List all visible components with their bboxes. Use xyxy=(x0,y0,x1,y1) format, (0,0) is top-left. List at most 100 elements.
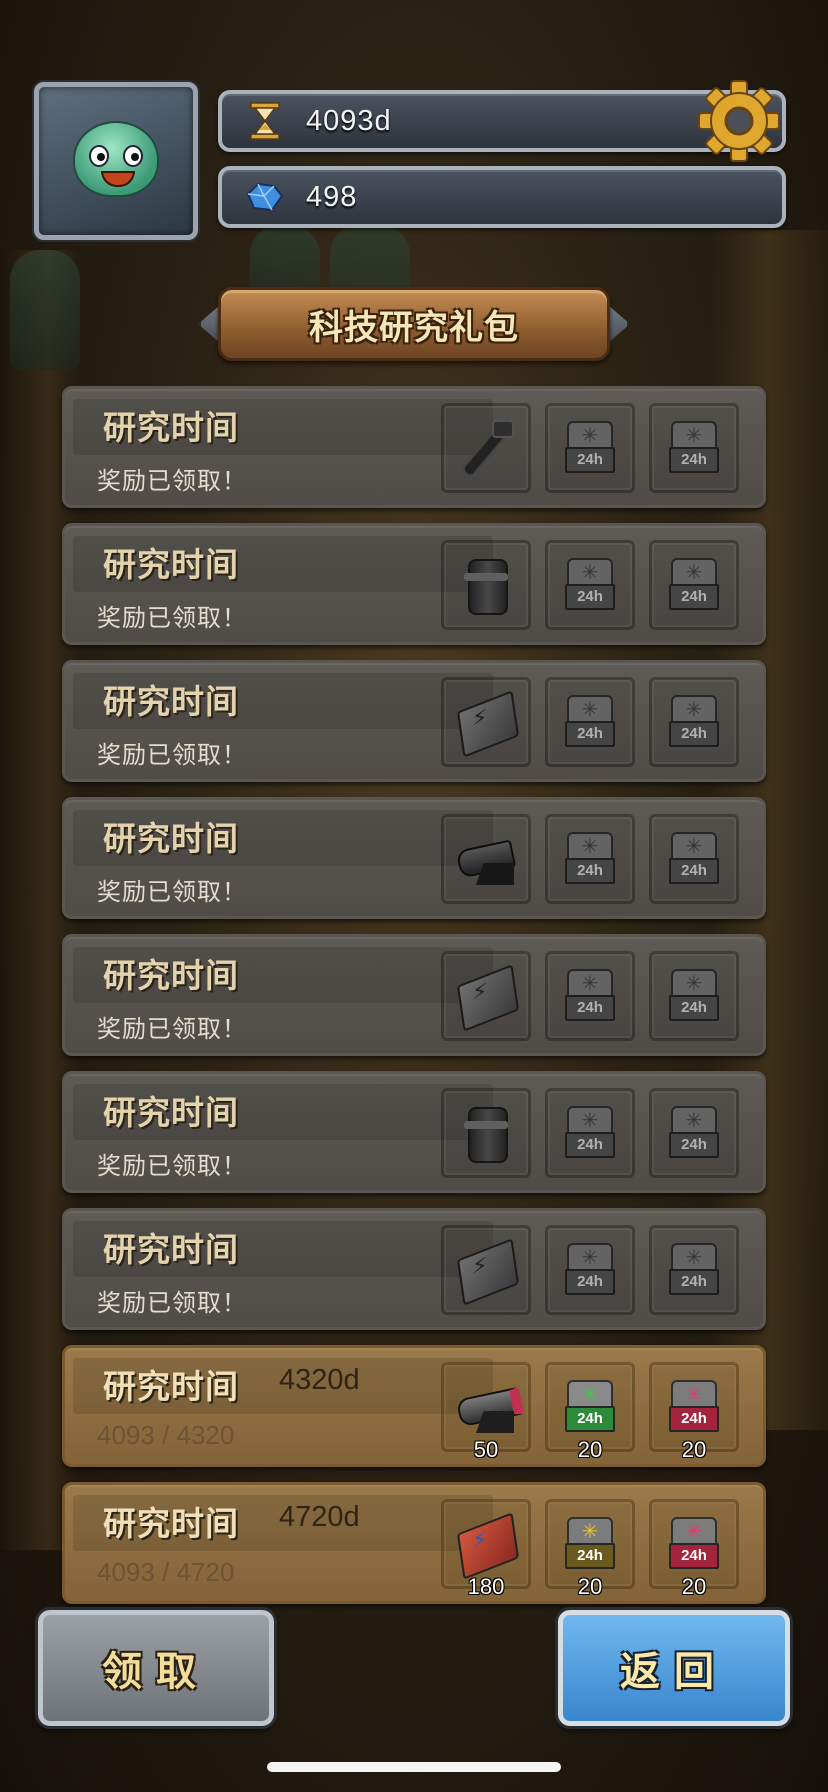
reward-slot[interactable]: 24h xyxy=(545,1225,635,1315)
row-title: 研究时间 xyxy=(103,1367,239,1406)
reward-slot[interactable]: 24h xyxy=(649,814,739,904)
row-status: 奖励已领取！ xyxy=(97,1015,247,1043)
reward-count: 20 xyxy=(577,1437,603,1462)
speedup-box-icon: 24h xyxy=(565,558,615,612)
reward-slot[interactable] xyxy=(441,1225,531,1315)
cannon-icon xyxy=(454,1375,518,1439)
research-row: 研究时间 奖励已领取！ 24h 24h xyxy=(62,386,766,508)
speedup-box-icon: 24h xyxy=(669,969,719,1023)
reward-count: 20 xyxy=(577,1574,603,1599)
title-banner: 科技研究礼包 xyxy=(198,283,630,365)
speedup-box-icon: 24h xyxy=(565,421,615,475)
row-title: 研究时间 xyxy=(103,408,239,447)
avatar-eye xyxy=(123,145,143,167)
reward-slot[interactable]: 24h xyxy=(649,540,739,630)
chip-icon xyxy=(454,690,518,754)
reward-slot[interactable]: 24h xyxy=(545,951,635,1041)
back-button-label: 返回 xyxy=(620,1649,728,1695)
reward-slot[interactable]: 24h xyxy=(545,814,635,904)
row-target-time: 4720d xyxy=(279,1501,360,1533)
home-indicator[interactable] xyxy=(267,1762,561,1772)
reward-slot[interactable]: 24h 20 xyxy=(649,1362,739,1462)
reward-slot[interactable]: 24h xyxy=(649,1088,739,1178)
reward-slot[interactable]: 24h xyxy=(649,1225,739,1315)
reward-slot[interactable]: 24h xyxy=(649,403,739,493)
reward-slot[interactable]: 24h xyxy=(649,677,739,767)
row-title: 研究时间 xyxy=(103,1504,239,1543)
row-progress: 4093 / 4720 xyxy=(97,1557,235,1587)
reward-slot[interactable] xyxy=(441,403,531,493)
canister-icon xyxy=(454,553,518,617)
speedup-box-icon: 24h xyxy=(669,1380,719,1434)
research-row: 研究时间 奖励已领取！ 24h 24h xyxy=(62,660,766,782)
research-row: 研究时间 奖励已领取！ 24h 24h xyxy=(62,523,766,645)
reward-slot[interactable] xyxy=(441,814,531,904)
reward-slot[interactable]: 24h xyxy=(545,1088,635,1178)
reward-slot[interactable] xyxy=(441,951,531,1041)
cannon-icon xyxy=(454,827,518,891)
speedup-box-icon: 24h xyxy=(669,421,719,475)
row-status: 奖励已领取！ xyxy=(97,467,247,495)
row-status: 奖励已领取！ xyxy=(97,878,247,906)
research-row-pending: 研究时间 4320d 4093 / 4320 50 24h 20 24h 20 xyxy=(62,1345,766,1467)
reward-count: 20 xyxy=(681,1574,707,1599)
gem-resource-bar: 498 xyxy=(218,166,786,228)
reward-slot[interactable]: 24h xyxy=(545,403,635,493)
canister-icon xyxy=(454,1101,518,1165)
reward-slot[interactable]: 24h xyxy=(545,540,635,630)
avatar-character xyxy=(73,121,159,197)
speedup-box-icon: 24h xyxy=(565,695,615,749)
speedup-box-icon: 24h xyxy=(565,1106,615,1160)
gem-value: 498 xyxy=(306,180,358,213)
background-bottle xyxy=(10,250,80,370)
reward-slot[interactable]: 24h 20 xyxy=(649,1499,739,1599)
blue-gem-icon xyxy=(242,174,288,220)
chip-icon xyxy=(454,1512,518,1576)
speedup-box-icon: 24h xyxy=(669,832,719,886)
reward-slot[interactable]: 50 xyxy=(441,1362,531,1462)
speedup-box-icon: 24h xyxy=(669,558,719,612)
reward-count: 50 xyxy=(473,1437,499,1462)
reward-slot[interactable] xyxy=(441,1088,531,1178)
reward-count: 20 xyxy=(681,1437,707,1462)
avatar-eye xyxy=(89,145,109,167)
row-target-time: 4320d xyxy=(279,1364,360,1396)
time-value: 4093d xyxy=(306,104,392,137)
player-avatar[interactable] xyxy=(34,82,198,240)
page-title: 科技研究礼包 xyxy=(309,307,519,348)
reward-slot[interactable]: 24h xyxy=(545,677,635,767)
reward-slot[interactable]: 180 xyxy=(441,1499,531,1599)
reward-slot[interactable] xyxy=(441,677,531,767)
research-row-pending: 研究时间 4720d 4093 / 4720 180 24h 20 24h 20 xyxy=(62,1482,766,1604)
chip-icon xyxy=(454,1238,518,1302)
hourglass-icon xyxy=(242,98,288,144)
reward-slot[interactable]: 24h xyxy=(649,951,739,1041)
gear-icon[interactable] xyxy=(696,78,782,164)
speedup-box-icon: 24h xyxy=(565,1517,615,1571)
row-title: 研究时间 xyxy=(103,956,239,995)
row-title: 研究时间 xyxy=(103,1093,239,1132)
claim-button[interactable]: 领取 xyxy=(38,1610,274,1726)
row-title: 研究时间 xyxy=(103,682,239,721)
speedup-box-icon: 24h xyxy=(565,1243,615,1297)
speedup-box-icon: 24h xyxy=(669,695,719,749)
research-row: 研究时间 奖励已领取！ 24h 24h xyxy=(62,934,766,1056)
row-status: 奖励已领取！ xyxy=(97,604,247,632)
speedup-box-icon: 24h xyxy=(565,969,615,1023)
reward-slot[interactable] xyxy=(441,540,531,630)
speedup-box-icon: 24h xyxy=(565,1380,615,1434)
row-title: 研究时间 xyxy=(103,545,239,584)
claim-button-label: 领取 xyxy=(102,1649,210,1695)
speedup-box-icon: 24h xyxy=(669,1106,719,1160)
speedup-box-icon: 24h xyxy=(565,832,615,886)
row-status: 奖励已领取！ xyxy=(97,1289,247,1317)
avatar-mouth xyxy=(101,171,135,187)
reward-count: 180 xyxy=(467,1574,505,1599)
row-status: 奖励已领取！ xyxy=(97,1152,247,1180)
row-title: 研究时间 xyxy=(103,1230,239,1269)
reward-slot[interactable]: 24h 20 xyxy=(545,1499,635,1599)
speedup-box-icon: 24h xyxy=(669,1517,719,1571)
back-button[interactable]: 返回 xyxy=(558,1610,790,1726)
reward-slot[interactable]: 24h 20 xyxy=(545,1362,635,1462)
speedup-box-icon: 24h xyxy=(669,1243,719,1297)
